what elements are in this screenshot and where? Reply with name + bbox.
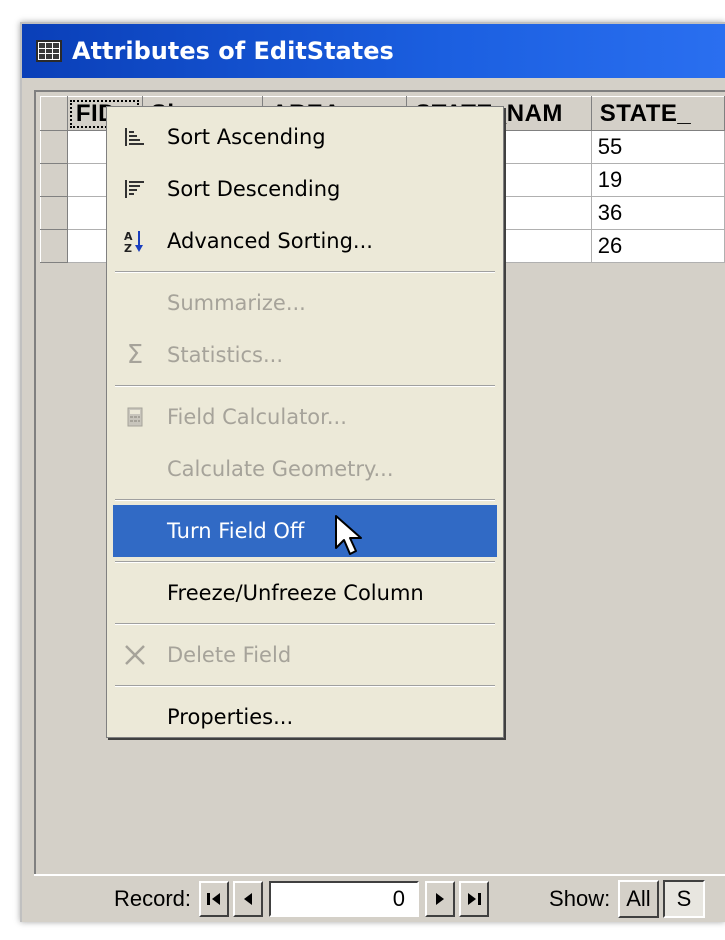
delete-x-icon (123, 643, 147, 667)
row-selector[interactable] (40, 229, 68, 263)
calculator-icon (123, 405, 147, 429)
last-record-icon (468, 893, 482, 905)
menu-item-calculate-geometry[interactable]: Calculate Geometry... (107, 443, 503, 495)
menu-item-label: Sort Ascending (167, 125, 326, 149)
svg-text:Z: Z (124, 242, 132, 253)
menu-item-delete-field[interactable]: Delete Field (107, 629, 503, 681)
last-record-button[interactable] (459, 881, 490, 917)
cell-state-fips[interactable]: 26 (590, 229, 725, 263)
sort-descending-icon (123, 177, 147, 201)
column-context-menu: Sort Ascending Sort Descending AZ Advanc… (106, 106, 504, 738)
menu-item-turn-field-off[interactable]: Turn Field Off (113, 505, 497, 557)
sort-ascending-icon (123, 125, 147, 149)
menu-item-properties[interactable]: Properties... (107, 691, 503, 743)
advanced-sorting-icon: AZ (123, 229, 147, 253)
menu-separator (115, 623, 495, 625)
cell-state-fips[interactable]: 55 (590, 130, 725, 164)
show-label: Show: (549, 886, 611, 911)
next-record-icon (436, 893, 445, 905)
menu-item-sort-descending[interactable]: Sort Descending (107, 163, 503, 215)
menu-item-label: Statistics... (167, 343, 284, 367)
record-label: Record: (114, 886, 192, 911)
menu-item-label: Freeze/Unfreeze Column (167, 581, 424, 605)
row-selector[interactable] (40, 163, 68, 197)
corner-selector[interactable] (40, 96, 68, 131)
row-selector[interactable] (40, 130, 68, 164)
first-record-button[interactable] (199, 881, 230, 917)
menu-separator (115, 499, 495, 501)
sigma-icon: Σ (126, 340, 144, 370)
menu-item-freeze-column[interactable]: Freeze/Unfreeze Column (107, 567, 503, 619)
first-record-icon (207, 893, 221, 905)
cell-state-fips[interactable]: 19 (590, 163, 725, 197)
column-header-state-fips[interactable]: STATE_ (590, 96, 725, 131)
title-bar[interactable]: Attributes of EditStates (22, 24, 725, 78)
menu-item-label: Summarize... (167, 291, 306, 315)
menu-separator (115, 685, 495, 687)
menu-separator (115, 385, 495, 387)
show-all-button[interactable]: All (618, 880, 659, 918)
menu-item-label: Advanced Sorting... (167, 229, 373, 253)
cell-state-fips[interactable]: 36 (590, 196, 725, 230)
menu-item-label: Sort Descending (167, 177, 341, 201)
window-title: Attributes of EditStates (72, 37, 394, 65)
menu-item-statistics[interactable]: Σ Statistics... (107, 329, 503, 381)
previous-record-button[interactable] (233, 881, 264, 917)
record-number-input[interactable]: 0 (269, 881, 420, 917)
table-icon (36, 40, 62, 62)
menu-item-sort-ascending[interactable]: Sort Ascending (107, 111, 503, 163)
menu-item-summarize[interactable]: Summarize... (107, 277, 503, 329)
menu-item-label: Delete Field (167, 643, 292, 667)
previous-record-icon (244, 893, 253, 905)
show-selected-button[interactable]: S (662, 880, 706, 918)
menu-item-label: Field Calculator... (167, 405, 347, 429)
menu-item-advanced-sorting[interactable]: AZ Advanced Sorting... (107, 215, 503, 267)
record-navigation-bar: Record: 0 Show: All S (34, 874, 725, 922)
menu-item-label: Properties... (167, 705, 294, 729)
next-record-button[interactable] (425, 881, 456, 917)
menu-item-label: Calculate Geometry... (167, 457, 394, 481)
menu-item-field-calculator[interactable]: Field Calculator... (107, 391, 503, 443)
menu-separator (115, 561, 495, 563)
mouse-cursor-icon (335, 515, 362, 555)
row-selector[interactable] (40, 196, 68, 230)
menu-separator (115, 271, 495, 273)
menu-item-label: Turn Field Off (167, 519, 305, 543)
